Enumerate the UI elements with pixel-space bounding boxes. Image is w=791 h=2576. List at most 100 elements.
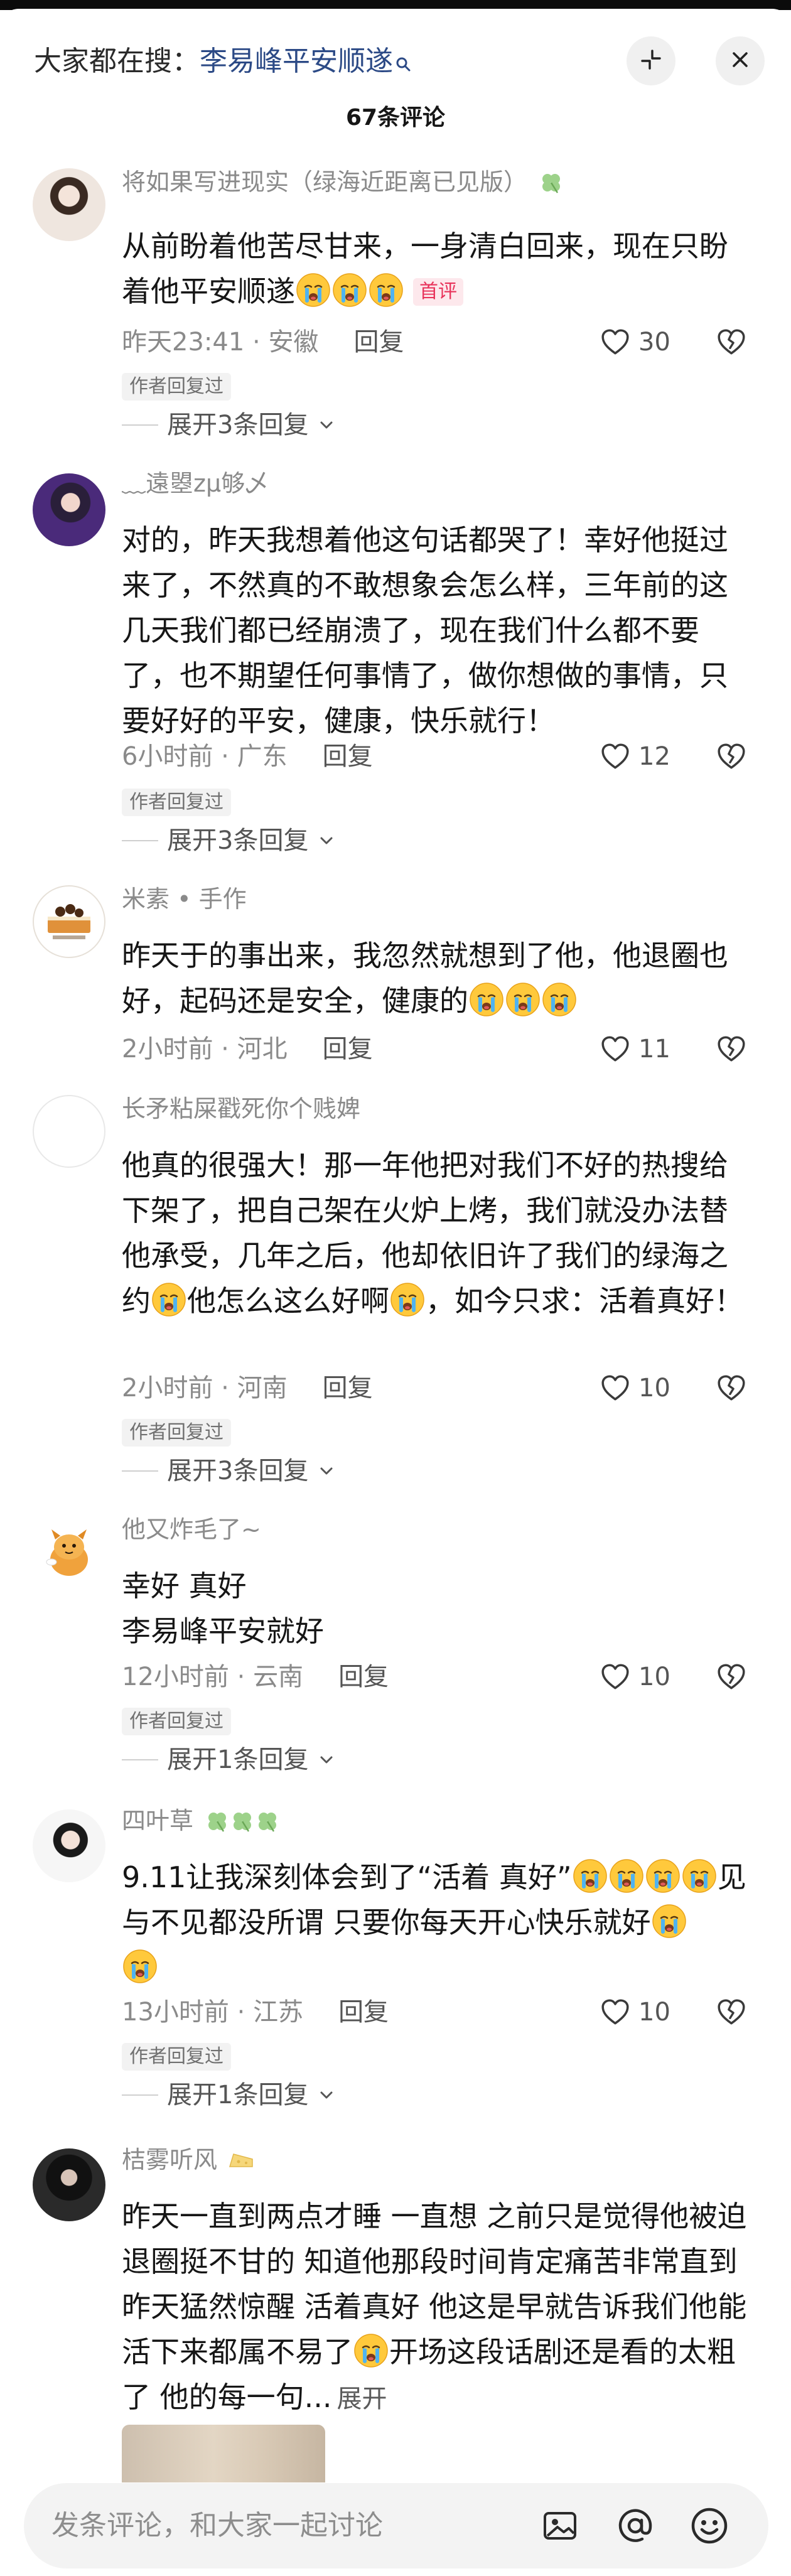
comment-time: 昨天23:41 [122,328,245,357]
avatar[interactable] [33,1518,105,1591]
comment-location: 江苏 [253,1998,304,2027]
mention-button[interactable] [614,2504,657,2547]
comment-text: 他真的很强大！那一年他把对我们不好的热搜给下架了，把自己架在火炉上烤，我们就没办… [122,1143,756,1323]
like-count: 10 [638,1663,670,1691]
crying-face-icon [332,272,367,308]
crying-face-icon [353,2333,389,2368]
comment-meta: 2小时前 · 河北 回复 [122,1035,373,1064]
collapse-arrows-icon [638,47,664,75]
expand-replies-label: 展开3条回复 [167,411,309,439]
like-button[interactable]: 10 [600,1372,670,1404]
expand-replies-label: 展开3条回复 [167,826,309,855]
avatar[interactable] [33,1809,105,1882]
comment-username[interactable]: 四叶草 [122,1806,280,1836]
dislike-button[interactable] [716,1372,747,1406]
avatar[interactable] [33,473,105,546]
like-button[interactable]: 30 [600,326,670,358]
reply-button[interactable]: 回复 [338,1663,389,1691]
reply-button[interactable]: 回复 [323,742,373,771]
comment-text-line: 李易峰平安就好 [122,1614,324,1648]
close-icon [729,48,751,73]
search-icon [396,46,412,82]
username-text: 将如果写进现实（绿海近距离已见版） [122,168,528,196]
heart-outline-icon [600,1372,631,1404]
comment-username[interactable]: 长矛粘屎戳死你个贱婢 [122,1094,360,1124]
broken-heart-icon [716,741,747,772]
like-button[interactable]: 12 [600,741,670,772]
comment-location: 云南 [253,1663,304,1691]
comment-text-content: 9.11让我深刻体会到了“活着 真好” [122,1860,572,1894]
crying-face-icon [390,1282,425,1317]
crying-face-icon [682,1858,717,1894]
comment-text: 从前盼着他苦尽甘来，一身清白回来，现在只盼着他平安顺遂 首评 [122,224,756,314]
comment-username[interactable]: 米素 • 手作 [122,884,247,914]
username-text: 四叶草 [122,1807,194,1835]
comment-username[interactable]: ﹏遠曌zμ够乄 [122,468,269,498]
comment-text: 昨天于的事出来，我忽然就想到了他，他退圈也好，起码还是安全，健康的 [122,933,756,1023]
heart-outline-icon [600,326,631,358]
comment-meta: 12小时前 · 云南 回复 [122,1663,389,1691]
like-button[interactable]: 10 [600,1997,670,2028]
comment-meta: 6小时前 · 广东 回复 [122,742,373,771]
comment-username[interactable]: 将如果写进现实（绿海近距离已见版） [122,167,564,197]
expand-text-button[interactable]: 展开 [337,2385,387,2413]
comment-time: 2小时前 [122,1035,213,1064]
comment-text-content: ，如今只求：活着真好！ [426,1284,743,1318]
chevron-down-icon [317,2086,336,2104]
avatar[interactable] [33,2148,105,2221]
reply-button[interactable]: 回复 [323,1374,373,1403]
comment-text: 幸好 真好 李易峰平安就好 [122,1563,756,1654]
author-replied-tag: 作者回复过 [122,1708,231,1735]
expand-replies-button[interactable]: 展开3条回复 [122,1455,336,1487]
expand-replies-button[interactable]: 展开1条回复 [122,1744,336,1776]
comment-location: 安徽 [268,328,319,357]
reply-button[interactable]: 回复 [323,1035,373,1064]
avatar[interactable] [33,1095,105,1168]
comment-username[interactable]: 他又炸毛了~ [122,1514,261,1544]
clover-icon [539,170,564,195]
reply-button[interactable]: 回复 [353,328,404,357]
comment-meta: 13小时前 · 江苏 回复 [122,1998,389,2027]
comment-image-thumbnail[interactable] [122,2425,325,2482]
dislike-button[interactable] [716,741,747,775]
like-button[interactable]: 10 [600,1661,670,1693]
broken-heart-icon [716,1372,747,1404]
image-button[interactable] [539,2504,581,2547]
divider-line [122,1759,158,1760]
dislike-button[interactable] [716,1997,747,2030]
chevron-down-icon [317,831,336,850]
expand-replies-button[interactable]: 展开3条回复 [122,825,336,856]
expand-replies-button[interactable]: 展开3条回复 [122,409,336,441]
chevron-down-icon [317,1462,336,1480]
avatar[interactable] [33,885,105,958]
comment-time: 2小时前 [122,1374,213,1403]
dislike-button[interactable] [716,326,747,360]
heart-outline-icon [600,1661,631,1693]
crying-face-icon [505,982,541,1017]
crying-face-icon [609,1858,644,1894]
comment-input-bar[interactable]: 发条评论，和大家一起讨论 [24,2483,768,2568]
chevron-down-icon [317,1750,336,1769]
like-button[interactable]: 11 [600,1033,670,1065]
crying-face-icon [652,1904,687,1939]
comment-location: 河南 [237,1374,288,1403]
comment-username[interactable]: 桔雾听风 [122,2145,255,2175]
divider-line [122,1470,158,1472]
avatar[interactable] [33,168,105,241]
search-hint-keyword[interactable]: 李易峰平安顺遂 [200,45,393,77]
crying-face-icon [369,272,404,308]
comment-location: 河北 [237,1035,288,1064]
close-button[interactable] [716,36,765,85]
broken-heart-icon [716,1033,747,1065]
search-hint[interactable]: 大家都在搜：李易峰平安顺遂 [34,44,412,82]
emoji-button[interactable] [688,2504,731,2547]
expand-replies-button[interactable]: 展开1条回复 [122,2079,336,2111]
reply-button[interactable]: 回复 [338,1998,389,2027]
comment-input-placeholder[interactable]: 发条评论，和大家一起讨论 [51,2508,383,2543]
comment-time: 12小时前 [122,1663,229,1691]
first-comment-badge: 首评 [413,278,463,306]
collapse-button[interactable] [627,36,675,85]
dislike-button[interactable] [716,1661,747,1695]
dislike-button[interactable] [716,1033,747,1067]
comment-count-title: 67条评论 [345,105,446,131]
